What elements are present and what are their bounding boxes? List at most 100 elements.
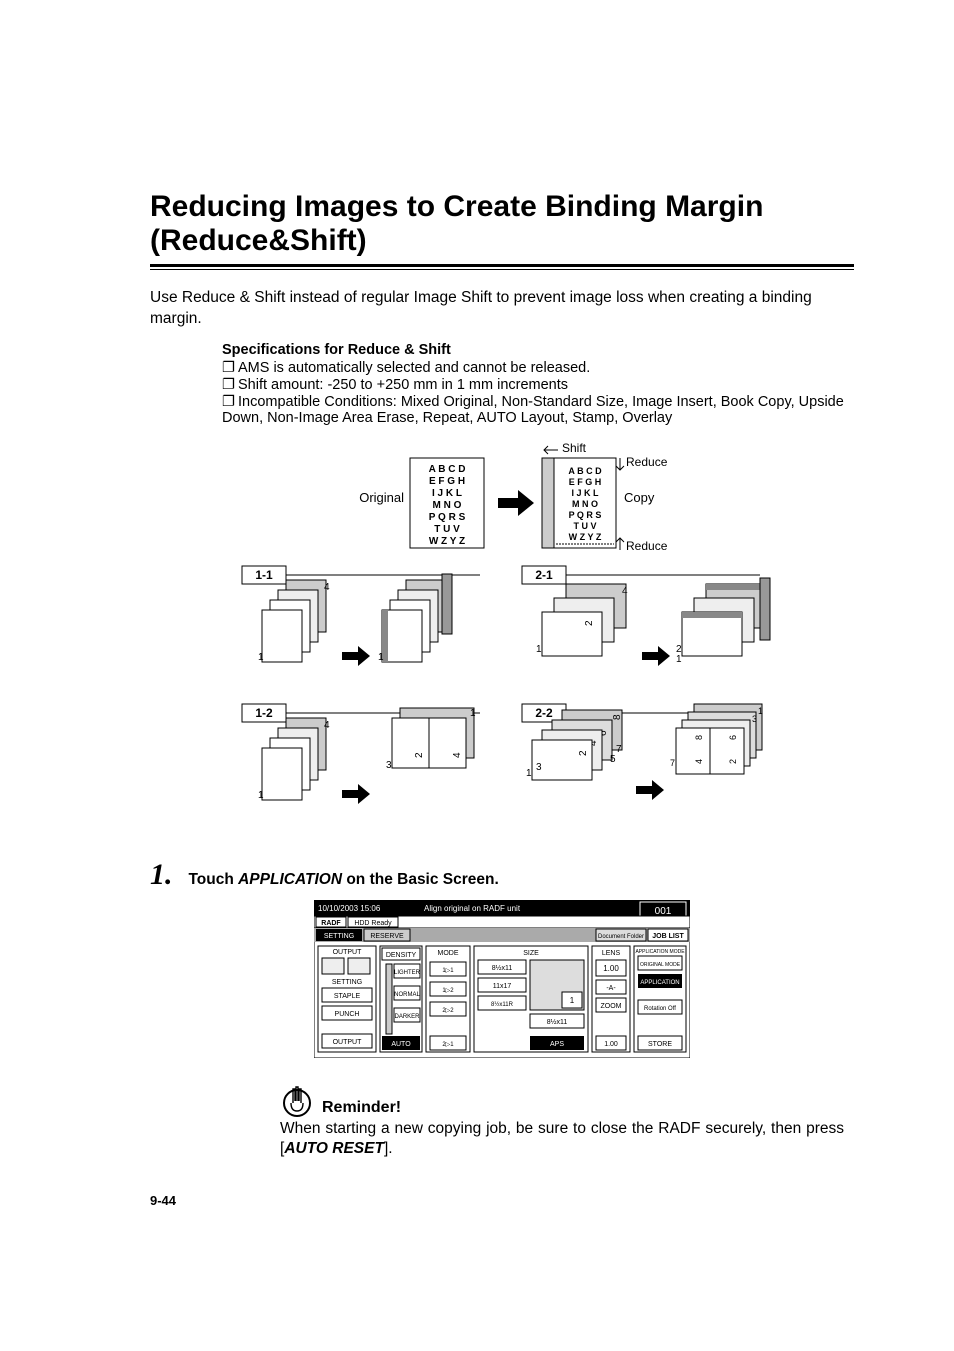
svg-text:3: 3: [386, 760, 392, 771]
svg-text:DARKER: DARKER: [394, 1014, 420, 1020]
svg-text:1-1: 1-1: [255, 568, 273, 582]
intro-text: Use Reduce & Shift instead of regular Im…: [150, 288, 854, 330]
svg-text:2: 2: [728, 759, 738, 764]
svg-text:4: 4: [622, 586, 628, 597]
svg-text:DENSITY: DENSITY: [386, 952, 417, 959]
svg-text:T U V: T U V: [573, 521, 596, 531]
svg-text:4: 4: [694, 759, 704, 764]
svg-text:1: 1: [258, 790, 264, 801]
svg-text:RESERVE: RESERVE: [370, 933, 404, 940]
svg-text:JOB LIST: JOB LIST: [652, 933, 684, 940]
svg-text:E F G H: E F G H: [429, 476, 465, 487]
original-label: Original: [359, 490, 404, 505]
svg-text:2: 2: [584, 620, 595, 626]
svg-text:NORMAL: NORMAL: [394, 992, 420, 998]
svg-text:2-2: 2-2: [535, 706, 553, 720]
arrow-right-icon: [498, 490, 534, 516]
svg-text:5: 5: [610, 754, 616, 765]
svg-text:I J K L: I J K L: [432, 488, 462, 499]
svg-text:10/10/2003 15:06: 10/10/2003 15:06: [318, 904, 381, 913]
svg-text:8½x11R: 8½x11R: [491, 1001, 514, 1008]
svg-text:ZOOM: ZOOM: [601, 1003, 622, 1010]
svg-text:P Q R S: P Q R S: [569, 510, 602, 520]
svg-text:Reduce: Reduce: [626, 455, 668, 469]
svg-text:1.00: 1.00: [603, 964, 619, 973]
svg-text:SETTING: SETTING: [332, 979, 362, 986]
title-rule: [150, 264, 854, 267]
bullet-icon: ❐: [222, 360, 238, 376]
arrow-right-icon: [642, 646, 670, 666]
svg-text:E F G H: E F G H: [569, 477, 602, 487]
svg-text:2: 2: [414, 752, 425, 758]
svg-text:APPLICATION MODE: APPLICATION MODE: [635, 949, 685, 955]
svg-text:1: 1: [758, 706, 763, 716]
svg-text:HDD Ready: HDD Ready: [354, 920, 392, 927]
svg-text:1: 1: [570, 996, 575, 1005]
reminder-label: Reminder!: [322, 1099, 401, 1117]
svg-text:ORIGINAL MODE: ORIGINAL MODE: [640, 962, 681, 968]
svg-text:STAPLE: STAPLE: [334, 993, 361, 1000]
svg-text:1: 1: [536, 644, 542, 655]
page-title: Reducing Images to Create Binding Margin…: [150, 190, 854, 258]
svg-text:1: 1: [676, 654, 682, 665]
svg-text:8½x11: 8½x11: [547, 1018, 568, 1026]
svg-text:P Q R S: P Q R S: [429, 512, 466, 523]
svg-text:SIZE: SIZE: [523, 950, 539, 957]
svg-text:8: 8: [694, 735, 704, 740]
svg-text:1: 1: [470, 708, 476, 719]
svg-text:7: 7: [670, 758, 675, 768]
svg-text:4: 4: [452, 752, 463, 758]
svg-text:OUTPUT: OUTPUT: [333, 949, 363, 956]
svg-text:1▷1: 1▷1: [442, 968, 454, 974]
svg-text:4: 4: [324, 720, 330, 731]
svg-text:M N O: M N O: [433, 500, 462, 511]
svg-text:6: 6: [728, 735, 738, 740]
svg-text:-A-: -A-: [606, 985, 616, 992]
svg-text:T U V: T U V: [434, 524, 460, 535]
svg-text:I J K L: I J K L: [571, 488, 599, 498]
svg-text:Reduce: Reduce: [626, 539, 668, 553]
svg-text:Document Folder: Document Folder: [598, 934, 644, 940]
svg-text:RADF: RADF: [321, 920, 341, 927]
step-text-pre: Touch: [188, 871, 238, 888]
svg-text:1: 1: [378, 652, 384, 663]
bullet-icon: ❐: [222, 394, 238, 410]
copy-label: Copy: [624, 490, 655, 505]
svg-text:1.00: 1.00: [604, 1041, 618, 1048]
spec-item: ❐Incompatible Conditions: Mixed Original…: [222, 394, 854, 426]
arrow-right-icon: [342, 646, 370, 666]
svg-text:SETTING: SETTING: [324, 933, 354, 940]
svg-text:OUTPUT: OUTPUT: [333, 1039, 363, 1046]
svg-text:3: 3: [752, 714, 757, 724]
svg-text:PUNCH: PUNCH: [335, 1011, 360, 1018]
title-rule-thin: [150, 269, 854, 270]
svg-text:Rotation Off: Rotation Off: [644, 1006, 676, 1012]
svg-text:W Z Y Z: W Z Y Z: [429, 536, 465, 547]
svg-text:001: 001: [655, 906, 672, 917]
svg-text:1-2: 1-2: [255, 706, 273, 720]
svg-text:M N O: M N O: [572, 499, 598, 509]
svg-text:2▷1: 2▷1: [442, 1042, 454, 1048]
step-text-post: on the Basic Screen.: [346, 871, 498, 888]
svg-text:Shift: Shift: [562, 441, 587, 455]
svg-text:1: 1: [526, 768, 532, 779]
basic-screen-screenshot: 10/10/2003 15:06 Align original on RADF …: [150, 900, 854, 1063]
svg-text:8: 8: [612, 714, 623, 720]
svg-text:2-1: 2-1: [535, 568, 553, 582]
svg-text:4: 4: [324, 582, 330, 593]
step-1: 1. Touch APPLICATION on the Basic Screen…: [150, 858, 854, 892]
svg-text:LIGHTER: LIGHTER: [394, 970, 421, 976]
page-number: 9-44: [150, 1193, 854, 1208]
step-text-emph: APPLICATION: [238, 871, 342, 888]
svg-text:MODE: MODE: [438, 950, 459, 957]
arrow-right-icon: [636, 780, 664, 800]
svg-text:2▷2: 2▷2: [442, 1008, 454, 1014]
reminder-block: Reminder! When starting a new copying jo…: [280, 1083, 844, 1159]
spec-item: ❐AMS is automatically selected and canno…: [222, 360, 854, 376]
spec-item: ❐Shift amount: -250 to +250 mm in 1 mm i…: [222, 377, 854, 393]
svg-text:W Z Y Z: W Z Y Z: [569, 532, 602, 542]
spec-block: Specifications for Reduce & Shift ❐AMS i…: [222, 342, 854, 426]
svg-text:11x17: 11x17: [493, 983, 512, 990]
svg-text:A B C D: A B C D: [429, 464, 466, 475]
svg-text:APS: APS: [550, 1041, 564, 1048]
